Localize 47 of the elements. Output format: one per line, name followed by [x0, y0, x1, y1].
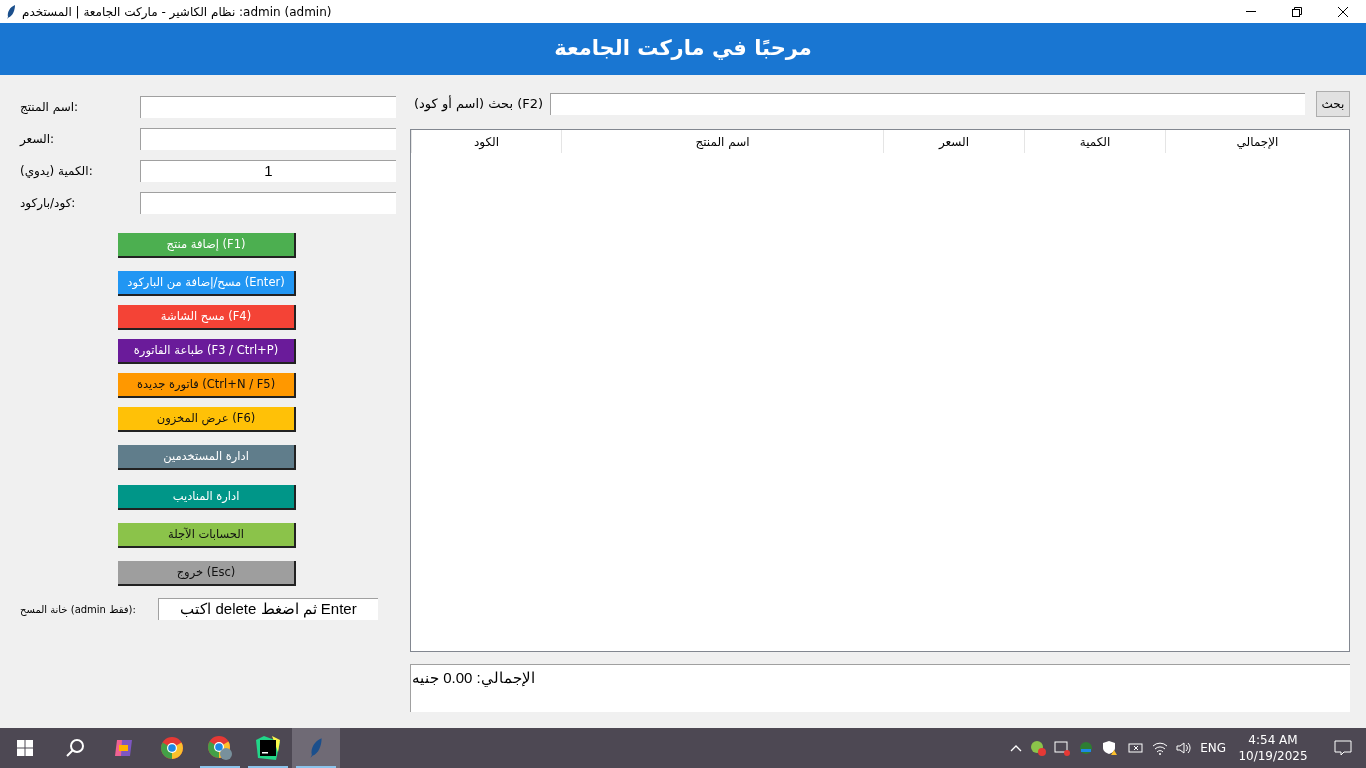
field-label: كود/باركود:: [20, 195, 77, 212]
restore-icon: [1292, 6, 1302, 17]
battery-icon: [1126, 741, 1145, 755]
field-label: خانة المسح (admin فقط):: [20, 602, 137, 617]
language-indicator[interactable]: ENG: [1200, 739, 1226, 757]
action-button[interactable]: عرض المخزون (F6): [118, 407, 296, 432]
notification-icon: [1334, 740, 1352, 756]
total-text: الإجمالي: 0.00 جنيه: [411, 668, 536, 689]
copilot-icon: [113, 737, 135, 759]
volume-icon: [1176, 741, 1193, 755]
input-field[interactable]: [140, 128, 396, 150]
field-label: السعر:: [20, 131, 56, 148]
input-field[interactable]: 1: [140, 160, 396, 182]
search-label: بحث (اسم أو كود) (F2): [413, 94, 545, 114]
search-icon: [65, 738, 85, 758]
pycharm-icon: [256, 736, 280, 760]
action-button[interactable]: ادارة المناديب: [118, 485, 296, 510]
field-label: الكمية (يدوي):: [20, 163, 94, 180]
running-indicator: [248, 766, 288, 768]
search-field[interactable]: [550, 93, 1305, 115]
wifi-icon: [1152, 741, 1169, 755]
action-button[interactable]: مسح الشاشة (F4): [118, 305, 296, 330]
chrome-icon: [160, 736, 184, 760]
windows-icon: [17, 740, 33, 756]
chrome-icon: [207, 735, 233, 761]
running-indicator: [200, 766, 240, 768]
feather-icon: [6, 4, 16, 19]
shield-icon: [1102, 740, 1119, 756]
field-label: اسم المنتج:: [20, 99, 80, 116]
action-button[interactable]: طباعة الفاتورة (F3 / Ctrl+P): [118, 339, 296, 364]
action-button[interactable]: فاتورة جديدة (Ctrl+N / F5): [118, 373, 296, 398]
minimize-icon: [1246, 11, 1256, 12]
input-field[interactable]: [140, 192, 396, 214]
clock[interactable]: 4:54 AM 10/19/2025: [1234, 731, 1312, 765]
feather-icon: [309, 737, 323, 759]
screen-icon: [1054, 740, 1071, 756]
action-button[interactable]: ادارة المستخدمين: [118, 445, 296, 470]
delete-field[interactable]: اكتب delete ثم اضغط Enter: [158, 598, 378, 620]
close-icon: [1338, 6, 1348, 17]
window-title: نظام الكاشير - ماركت الجامعة | المستخدم :admin (admin): [22, 3, 332, 21]
action-button[interactable]: الحسابات الآجلة: [118, 523, 296, 548]
header-title: مرحبًا في ماركت الجامعة: [554, 35, 812, 63]
chevron-up-icon: [1010, 744, 1023, 752]
action-button[interactable]: خروج (Esc): [118, 561, 296, 586]
running-indicator: [296, 766, 336, 768]
search-button[interactable]: بحث: [1316, 91, 1350, 117]
input-field[interactable]: [140, 96, 396, 118]
